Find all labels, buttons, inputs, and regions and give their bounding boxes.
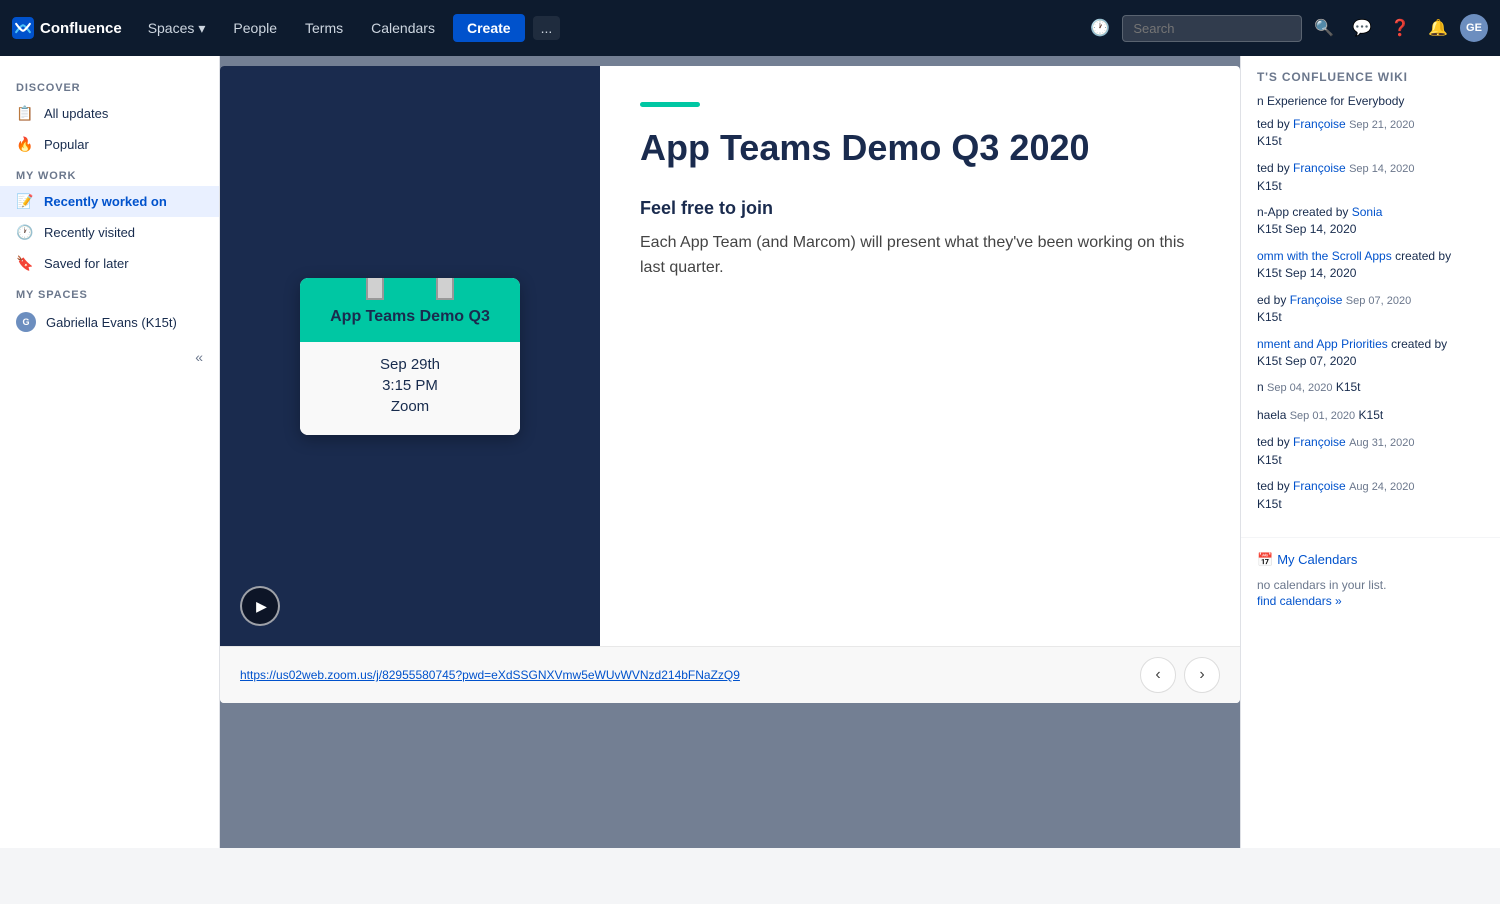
sidebar-item-saved[interactable]: 🔖 Saved for later [0, 248, 219, 279]
modal: App Teams Demo Q3 Sep 29th 3:15 PM Zoom … [220, 66, 1240, 703]
people-nav[interactable]: People [223, 14, 287, 42]
sidebar-item-space-user[interactable]: G Gabriella Evans (K15t) [0, 305, 219, 339]
modal-body: App Teams Demo Q3 Sep 29th 3:15 PM Zoom … [220, 66, 1240, 646]
spaces-nav[interactable]: Spaces ▾ [138, 14, 216, 43]
recently-worked-icon: 📝 [16, 193, 34, 210]
activity-item: n Sep 04, 2020 K15t [1257, 379, 1484, 396]
chat-icon[interactable]: 💬 [1346, 12, 1378, 44]
topnav: Confluence Spaces ▾ People Terms Calenda… [0, 0, 1500, 56]
create-button[interactable]: Create [453, 14, 525, 42]
activity-item: ed by Françoise Sep 07, 2020 K15t [1257, 292, 1484, 326]
calendar-clip-right [436, 278, 454, 300]
recent-icon[interactable]: 🕐 [1084, 12, 1116, 44]
modal-accent-bar [640, 102, 700, 107]
my-spaces-label: MY SPACES [0, 279, 219, 305]
updates-icon: 📋 [16, 105, 34, 122]
terms-nav[interactable]: Terms [295, 14, 353, 42]
modal-right: App Teams Demo Q3 2020 Feel free to join… [600, 66, 1240, 646]
right-panel: t's Confluence wiki n Experience for Eve… [1240, 56, 1500, 848]
modal-body-text: Each App Team (and Marcom) will present … [640, 231, 1200, 281]
calendar-time: 3:15 PM [316, 377, 504, 394]
main-content: Recently worked on Create Space K 1903, … [220, 56, 1240, 848]
layout: DISCOVER 📋 All updates 🔥 Popular MY WORK… [0, 56, 1500, 848]
modal-subtitle: Feel free to join [640, 198, 1200, 219]
user-avatar[interactable]: GE [1460, 14, 1488, 42]
collapse-sidebar-button[interactable]: « [195, 349, 203, 365]
activity-item: ted by Françoise Sep 21, 2020 K15t [1257, 116, 1484, 150]
modal-overlay: App Teams Demo Q3 Sep 29th 3:15 PM Zoom … [220, 56, 1240, 848]
activity-item: haela Sep 01, 2020 K15t [1257, 407, 1484, 424]
sidebar-item-recently-worked[interactable]: 📝 Recently worked on [0, 186, 219, 217]
search-button[interactable]: 🔍 [1308, 12, 1340, 44]
activity-item: nment and App Priorities created by K15t… [1257, 336, 1484, 370]
activity-item: ted by Françoise Sep 14, 2020 K15t [1257, 160, 1484, 194]
activity-item: ted by Françoise Aug 24, 2020 K15t [1257, 478, 1484, 512]
calendar-card: App Teams Demo Q3 Sep 29th 3:15 PM Zoom [300, 278, 520, 435]
play-button[interactable]: ▶ [240, 586, 280, 626]
calendar-date: Sep 29th [316, 356, 504, 373]
right-subtitle: n Experience for Everybody [1257, 94, 1484, 108]
popular-icon: 🔥 [16, 136, 34, 153]
confluence-logo[interactable]: Confluence [12, 17, 122, 39]
modal-next-button[interactable]: › [1184, 657, 1220, 693]
my-work-label: MY WORK [0, 160, 219, 186]
modal-left: App Teams Demo Q3 Sep 29th 3:15 PM Zoom … [220, 66, 600, 646]
find-calendars-link[interactable]: find calendars » [1257, 594, 1342, 608]
search-input[interactable] [1122, 15, 1302, 42]
calendar-clips [340, 278, 480, 300]
modal-nav: ‹ › [1140, 657, 1220, 693]
sidebar-item-all-updates[interactable]: 📋 All updates [0, 98, 219, 129]
discover-label: DISCOVER [0, 72, 219, 98]
recently-visited-icon: 🕐 [16, 224, 34, 241]
activity-item: n-App created by Sonia K15t Sep 14, 2020 [1257, 204, 1484, 238]
right-recent-section: t's Confluence wiki n Experience for Eve… [1241, 56, 1500, 538]
sidebar-item-recently-visited[interactable]: 🕐 Recently visited [0, 217, 219, 248]
sidebar-item-popular[interactable]: 🔥 Popular [0, 129, 219, 160]
right-section-title: t's Confluence wiki [1257, 70, 1484, 84]
no-calendars-text: no calendars in your list. [1257, 578, 1484, 592]
calendars-nav[interactable]: Calendars [361, 14, 445, 42]
space-avatar: G [16, 312, 36, 332]
calendar-body: Sep 29th 3:15 PM Zoom [300, 342, 520, 435]
calendars-section: 📅 My Calendars no calendars in your list… [1241, 538, 1500, 624]
my-calendars-link[interactable]: 📅 My Calendars [1257, 552, 1484, 568]
activity-item: omm with the Scroll Apps created by K15t… [1257, 248, 1484, 282]
calendar-title: App Teams Demo Q3 [316, 308, 504, 326]
calendar-header: App Teams Demo Q3 [300, 278, 520, 342]
notifications-icon[interactable]: 🔔 [1422, 12, 1454, 44]
more-button[interactable]: ... [533, 16, 561, 40]
modal-url-link[interactable]: https://us02web.zoom.us/j/82955580745?pw… [240, 668, 1124, 682]
calendar-location: Zoom [316, 398, 504, 415]
activity-item: ted by Françoise Aug 31, 2020 K15t [1257, 434, 1484, 468]
help-icon[interactable]: ❓ [1384, 12, 1416, 44]
modal-prev-button[interactable]: ‹ [1140, 657, 1176, 693]
modal-footer: https://us02web.zoom.us/j/82955580745?pw… [220, 646, 1240, 703]
play-icon: ▶ [256, 598, 267, 615]
saved-icon: 🔖 [16, 255, 34, 272]
topnav-right: 🕐 🔍 💬 ❓ 🔔 GE [1084, 12, 1488, 44]
modal-title: App Teams Demo Q3 2020 [640, 127, 1200, 168]
sidebar: DISCOVER 📋 All updates 🔥 Popular MY WORK… [0, 56, 220, 848]
calendar-clip-left [366, 278, 384, 300]
